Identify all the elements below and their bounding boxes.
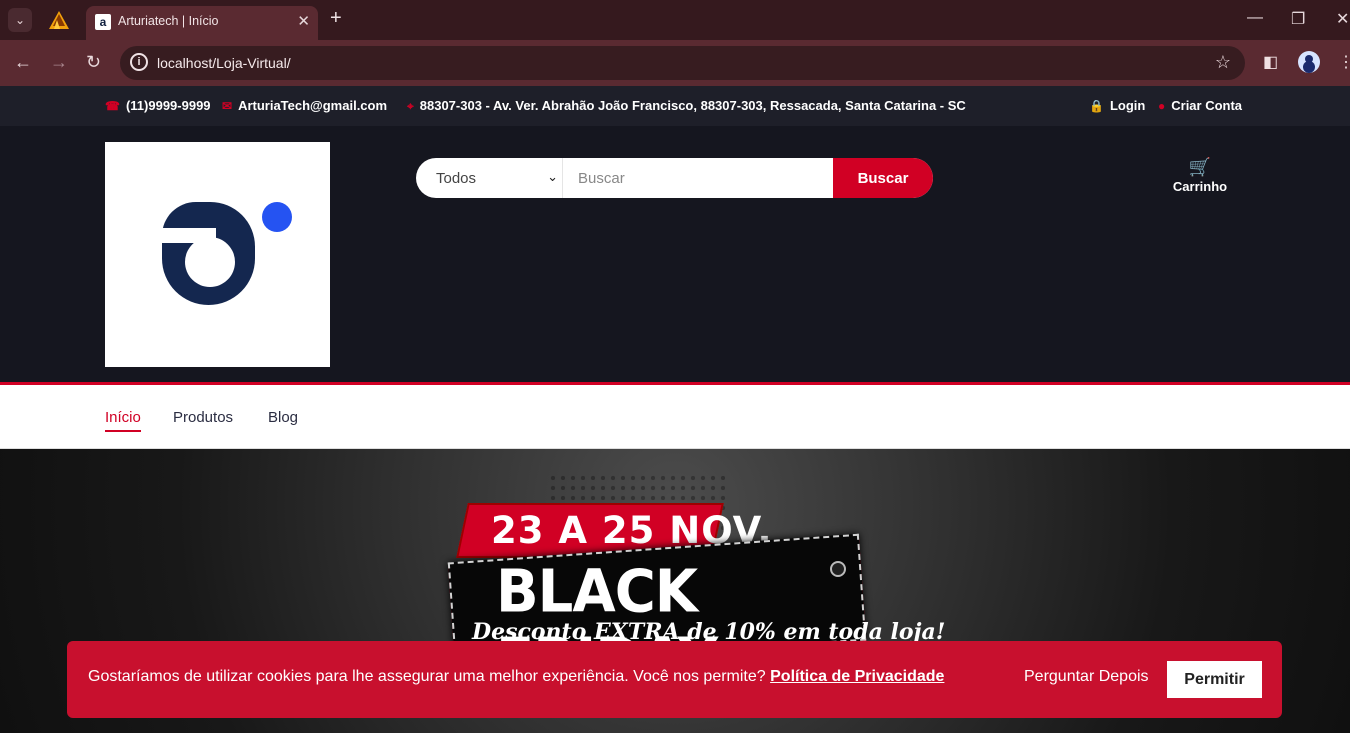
- tab-title: Arturiatech | Início: [118, 14, 219, 28]
- side-panel-icon[interactable]: ◧: [1263, 52, 1278, 72]
- browser-tab-strip: ⌄ a Arturiatech | Início ✕ + — ❐ ✕: [0, 0, 1350, 40]
- site-info-icon[interactable]: i: [130, 53, 148, 71]
- cookie-message-row: Gostaríamos de utilizar cookies para lhe…: [88, 668, 944, 686]
- user-icon: ●: [1158, 99, 1166, 113]
- create-account-link[interactable]: ● Criar Conta: [1158, 98, 1242, 113]
- privacy-policy-link[interactable]: Política de Privacidade: [770, 668, 944, 685]
- restore-window-icon[interactable]: ❐: [1291, 9, 1305, 29]
- close-window-icon[interactable]: ✕: [1336, 9, 1349, 29]
- active-browser-tab[interactable]: a Arturiatech | Início ✕: [86, 6, 318, 40]
- tab-favicon: a: [95, 14, 111, 30]
- store-page: ☎ (11)9999-9999 ✉ ArturiaTech@gmail.com ⌖ 8…: [0, 86, 1350, 733]
- cookie-message: Gostaríamos de utilizar cookies para lhe…: [88, 668, 766, 685]
- phone-icon: ☎: [105, 99, 120, 113]
- cart-label: Carrinho: [1172, 179, 1228, 194]
- nav-item-produtos[interactable]: Produtos: [173, 409, 233, 426]
- address-contact: ⌖ 88307-303 - Av. Ver. Abrahão João Franc…: [407, 98, 966, 114]
- cart-link[interactable]: 🛒 Carrinho: [1172, 158, 1228, 194]
- allow-cookies-button[interactable]: Permitir: [1167, 661, 1262, 698]
- cookie-consent-banner: Gostaríamos de utilizar cookies para lhe…: [67, 641, 1282, 718]
- email-contact: ✉ ArturiaTech@gmail.com: [222, 98, 387, 113]
- address-text: 88307-303 - Av. Ver. Abrahão João Franci…: [419, 98, 966, 113]
- map-marker-icon: ⌖: [407, 99, 414, 113]
- login-link[interactable]: 🔒 Login: [1089, 98, 1145, 113]
- reload-icon[interactable]: ↻: [86, 52, 101, 73]
- site-header: Todos ⌄ Buscar 🛒 Carrinho: [0, 126, 1350, 382]
- tab-list-dropdown[interactable]: ⌄: [8, 8, 32, 32]
- ask-later-button[interactable]: Perguntar Depois: [1024, 668, 1149, 686]
- logo-letter-inner: [185, 237, 235, 287]
- category-select[interactable]: Todos ⌄: [416, 158, 563, 198]
- main-navigation: Início Produtos Blog: [0, 382, 1350, 449]
- create-account-label: Criar Conta: [1171, 98, 1243, 113]
- login-label: Login: [1109, 98, 1146, 113]
- email-icon: ✉: [222, 99, 233, 113]
- contact-topbar: ☎ (11)9999-9999 ✉ ArturiaTech@gmail.com ⌖ 8…: [0, 86, 1350, 126]
- logo-dot: [262, 202, 292, 232]
- minimize-icon[interactable]: —: [1247, 9, 1263, 27]
- new-tab-button[interactable]: +: [330, 8, 342, 28]
- profile-avatar-icon[interactable]: [1298, 51, 1320, 73]
- bookmark-star-icon[interactable]: ☆: [1215, 52, 1231, 73]
- shopping-cart-icon: 🛒: [1188, 157, 1212, 177]
- email-text: ArturiaTech@gmail.com: [238, 98, 388, 113]
- back-icon[interactable]: ←: [14, 52, 32, 73]
- url-text[interactable]: localhost/Loja-Virtual/: [157, 55, 291, 71]
- phone-contact: ☎ (11)9999-9999: [105, 98, 211, 113]
- chevron-down-icon: ⌄: [547, 169, 558, 184]
- tag-hole: [830, 561, 846, 577]
- search-button[interactable]: Buscar: [833, 158, 933, 198]
- product-search-form: Todos ⌄ Buscar: [416, 158, 933, 198]
- nav-item-blog[interactable]: Blog: [268, 409, 298, 426]
- lock-icon: 🔒: [1089, 99, 1104, 113]
- category-selected-value: Todos: [436, 169, 477, 187]
- browser-menu-icon[interactable]: ⋮: [1338, 52, 1350, 72]
- arturiatech-logo[interactable]: [105, 142, 330, 367]
- browser-toolbar: ← → ↻ i localhost/Loja-Virtual/ ☆ ◧ ⋮: [0, 40, 1350, 86]
- address-bar[interactable]: i localhost/Loja-Virtual/ ☆: [120, 46, 1245, 80]
- tab-close-icon[interactable]: ✕: [297, 12, 310, 30]
- nav-item-inicio[interactable]: Início: [105, 409, 141, 432]
- phone-text: (11)9999-9999: [125, 98, 211, 113]
- forward-icon[interactable]: →: [50, 52, 68, 73]
- search-input[interactable]: [563, 158, 833, 198]
- pinned-site-icon[interactable]: [48, 10, 70, 30]
